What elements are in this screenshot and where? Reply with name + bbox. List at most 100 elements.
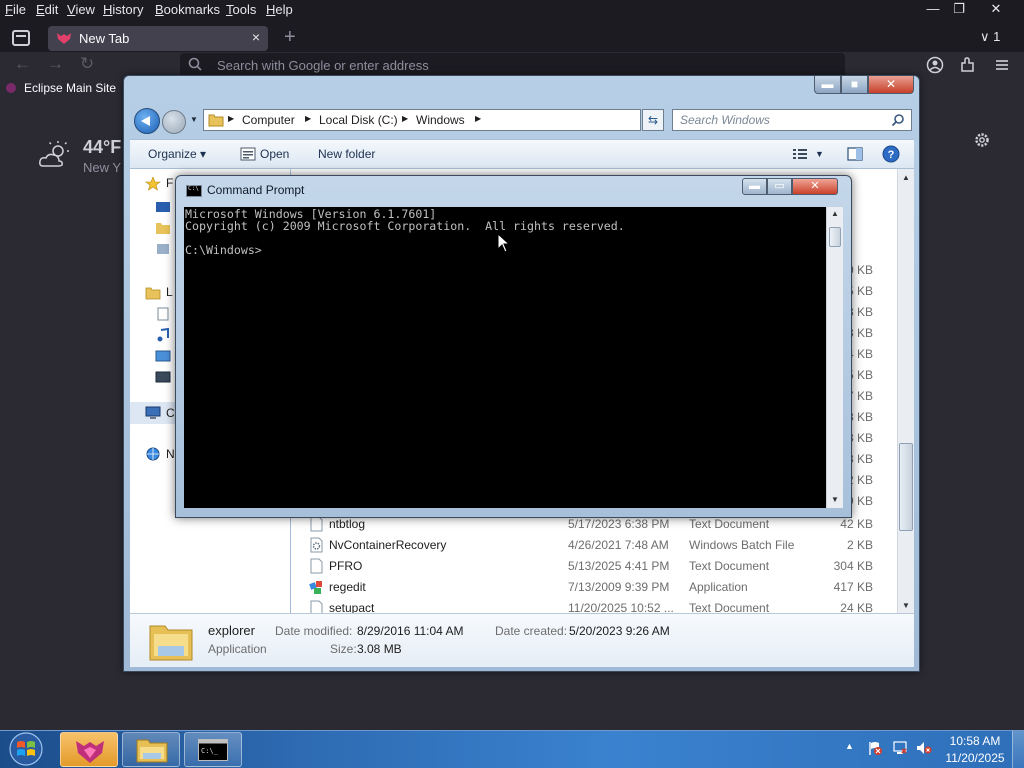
explorer-minimize-button[interactable]: ▬ xyxy=(814,76,841,94)
explorer-search-input[interactable]: Search Windows xyxy=(672,109,912,131)
file-date: 5/17/2023 6:38 PM xyxy=(568,517,670,531)
clock-time[interactable]: 10:58 AM xyxy=(945,734,1005,748)
explorer-maximize-button[interactable]: ■ xyxy=(841,76,868,94)
tab-list-icon[interactable] xyxy=(12,30,30,46)
open-button[interactable]: Open xyxy=(260,147,289,161)
nav-favorites[interactable]: F xyxy=(166,176,173,190)
scroll-down-arrow-icon[interactable]: ▼ xyxy=(902,601,910,610)
taskbar-cmd-button[interactable]: C:\_ xyxy=(184,732,242,767)
file-row-regedit[interactable]: regedit 7/13/2009 9:39 PM Application 41… xyxy=(291,577,897,598)
file-row-nvcontainerrecovery[interactable]: NvContainerRecovery 4/26/2021 7:48 AM Wi… xyxy=(291,535,897,556)
folder-icon xyxy=(208,114,224,127)
menu-hamburger-icon[interactable] xyxy=(993,56,1011,74)
file-type: Windows Batch File xyxy=(689,538,795,552)
nav-libraries[interactable]: L xyxy=(166,285,173,299)
extensions-icon[interactable] xyxy=(959,56,977,74)
file-name: NvContainerRecovery xyxy=(329,538,447,552)
start-button[interactable] xyxy=(4,731,48,767)
volume-muted-icon[interactable] xyxy=(916,740,932,756)
menu-help[interactable]: Help xyxy=(266,2,293,17)
network-icon xyxy=(146,447,160,461)
details-modified-value: 8/29/2016 11:04 AM xyxy=(357,624,464,638)
tab-close-button[interactable]: × xyxy=(252,29,260,45)
scroll-up-arrow-icon[interactable]: ▲ xyxy=(831,209,839,218)
menu-edit[interactable]: Edit xyxy=(36,2,58,17)
bookmark-eclipse-main-site[interactable]: Eclipse Main Site xyxy=(6,81,116,95)
console-scrollbar[interactable]: ▲ ▼ xyxy=(826,207,843,508)
computer-icon xyxy=(145,406,161,419)
explorer-forward-button[interactable] xyxy=(162,110,186,134)
help-icon[interactable]: ? xyxy=(882,145,900,163)
url-placeholder: Search with Google or enter address xyxy=(217,58,429,73)
organize-button[interactable]: Organize ▾ xyxy=(148,147,206,161)
menu-view[interactable]: View xyxy=(67,2,95,17)
recent-pages-dropdown-icon[interactable]: ▼ xyxy=(190,115,198,124)
cmd-maximize-button[interactable]: ▭ xyxy=(767,178,792,195)
breadcrumb-windows[interactable]: Windows xyxy=(416,113,465,127)
breadcrumb-local-disk[interactable]: Local Disk (C:) xyxy=(319,113,398,127)
file-name: ntbtlog xyxy=(329,517,366,531)
show-hidden-icons-button[interactable]: ▲ xyxy=(845,741,854,751)
browser-logo-icon xyxy=(57,33,71,44)
network-tray-icon[interactable] xyxy=(892,740,908,756)
cmd-minimize-button[interactable]: ▬ xyxy=(742,178,767,195)
breadcrumb-separator-icon[interactable]: ▶ xyxy=(305,114,311,123)
browser-restore-button[interactable]: ❐ xyxy=(941,0,977,20)
file-size: 417 KB xyxy=(833,580,873,594)
new-tab-button[interactable]: + xyxy=(284,27,296,47)
cmd-close-button[interactable]: ✕ xyxy=(792,178,838,195)
file-name: PFRO xyxy=(329,559,363,573)
menu-history[interactable]: History xyxy=(103,2,143,17)
menu-bookmarks[interactable]: Bookmarks xyxy=(155,2,220,17)
action-center-flag-icon[interactable] xyxy=(867,740,883,756)
browser-close-button[interactable]: ✕ xyxy=(978,0,1014,20)
nav-network[interactable]: N xyxy=(166,447,175,461)
breadcrumb-separator-icon[interactable]: ▶ xyxy=(402,114,408,123)
tab-overflow-button[interactable]: ∨ 1 xyxy=(980,29,1000,45)
breadcrumb-separator-icon[interactable]: ▶ xyxy=(475,114,481,123)
tab-new-tab[interactable]: New Tab × xyxy=(48,26,268,51)
show-desktop-button[interactable] xyxy=(1012,731,1024,768)
explorer-back-button[interactable] xyxy=(134,108,160,134)
scroll-down-arrow-icon[interactable]: ▼ xyxy=(831,495,839,504)
bookmark-favicon-icon xyxy=(6,83,16,93)
clock-date[interactable]: 11/20/2025 xyxy=(940,751,1010,765)
preview-pane-icon[interactable] xyxy=(847,146,863,162)
back-arrow-icon[interactable]: ← xyxy=(14,52,31,76)
explorer-close-button[interactable]: ✕ xyxy=(868,76,914,94)
file-size: 304 KB xyxy=(833,559,873,573)
scrollbar-thumb[interactable] xyxy=(829,227,841,247)
details-file-name: explorer xyxy=(208,623,255,638)
url-bar[interactable]: Search with Google or enter address xyxy=(180,53,845,77)
regedit-icon xyxy=(309,581,322,594)
new-folder-button[interactable]: New folder xyxy=(318,147,375,161)
breadcrumb-separator-icon[interactable]: ▶ xyxy=(228,114,234,123)
scrollbar-thumb[interactable] xyxy=(899,443,913,531)
command-prompt-window[interactable]: Command Prompt ▬ ▭ ✕ Microsoft Windows [… xyxy=(175,175,852,518)
gear-icon[interactable] xyxy=(973,131,991,149)
menu-file[interactable]: File xyxy=(5,2,26,17)
breadcrumb-computer[interactable]: Computer xyxy=(242,113,295,127)
account-icon[interactable] xyxy=(926,56,944,74)
taskbar-explorer-button[interactable] xyxy=(122,732,180,767)
scroll-up-arrow-icon[interactable]: ▲ xyxy=(902,173,910,182)
nav-computer[interactable]: C xyxy=(166,406,175,420)
file-size: 42 KB xyxy=(840,517,873,531)
taskbar-browser-button[interactable] xyxy=(60,732,118,767)
explorer-folder-icon xyxy=(149,625,193,661)
weather-temperature[interactable]: 44°F xyxy=(83,137,121,158)
view-options-icon[interactable] xyxy=(792,146,808,162)
details-file-kind: Application xyxy=(208,642,267,656)
file-name: regedit xyxy=(329,580,366,594)
forward-arrow-icon[interactable]: → xyxy=(47,52,64,76)
details-created-value: 5/20/2023 9:26 AM xyxy=(569,624,670,638)
view-dropdown-icon[interactable]: ▼ xyxy=(815,149,824,159)
address-bar[interactable]: ▶ Computer ▶ Local Disk (C:) ▶ Windows ▶… xyxy=(203,109,712,131)
file-list-scrollbar[interactable]: ▲ ▼ xyxy=(897,169,914,613)
file-row-pfro[interactable]: PFRO 5/13/2025 4:41 PM Text Document 304… xyxy=(291,556,897,577)
menu-tools[interactable]: Tools xyxy=(226,2,256,17)
file-type: Text Document xyxy=(689,517,770,531)
refresh-icon[interactable]: ⇆ xyxy=(642,109,664,131)
reload-icon[interactable]: ↻ xyxy=(80,52,94,76)
weather-location[interactable]: New Y xyxy=(83,160,121,175)
